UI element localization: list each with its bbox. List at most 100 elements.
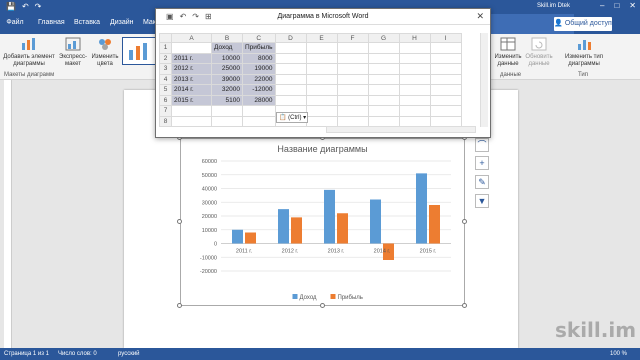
tab-file[interactable]: Файл	[0, 14, 30, 34]
layout-options-icon[interactable]: ⌒	[475, 138, 489, 152]
empty-cell[interactable]	[367, 84, 400, 96]
cell-a[interactable]	[171, 42, 212, 54]
empty-cell[interactable]	[429, 115, 462, 127]
empty-cell[interactable]	[429, 73, 462, 85]
empty-cell[interactable]	[429, 105, 462, 117]
col-header-e[interactable]: E	[305, 33, 338, 43]
cell-b[interactable]	[211, 105, 243, 117]
empty-cell[interactable]	[398, 94, 431, 106]
empty-cell[interactable]	[336, 73, 369, 85]
cell-c[interactable]	[242, 105, 276, 117]
empty-cell[interactable]	[367, 73, 400, 85]
paste-options-button[interactable]: 📋 (Ctrl) ▾	[276, 112, 308, 123]
empty-cell[interactable]	[305, 105, 338, 117]
empty-cell[interactable]	[305, 63, 338, 75]
empty-cell[interactable]	[429, 94, 462, 106]
col-header-a[interactable]: A	[171, 33, 212, 43]
resize-handle-left[interactable]	[177, 219, 182, 224]
cell-b[interactable]: 39000	[211, 73, 243, 85]
empty-cell[interactable]	[305, 94, 338, 106]
empty-cell[interactable]	[305, 84, 338, 96]
empty-cell[interactable]	[336, 105, 369, 117]
empty-cell[interactable]	[367, 52, 400, 64]
row-header[interactable]: 8	[159, 115, 172, 127]
empty-cell[interactable]	[367, 94, 400, 106]
empty-cell[interactable]	[367, 63, 400, 75]
empty-cell[interactable]	[398, 115, 431, 127]
close-icon[interactable]: ✕	[629, 1, 636, 10]
chart-styles-button[interactable]: ✎	[475, 175, 489, 189]
row-header[interactable]: 1	[159, 42, 172, 54]
cell-c[interactable]: 28000	[242, 94, 276, 106]
cell-a[interactable]: 2013 г.	[171, 73, 212, 85]
word-count[interactable]: Число слов: 0	[58, 351, 97, 357]
chart-data-window[interactable]: ▣ ↶ ↷ ⊞ Диаграмма в Microsoft Word ✕ A B…	[155, 8, 491, 138]
chart-styles-gallery[interactable]	[122, 37, 156, 65]
row-header[interactable]: 6	[159, 94, 172, 106]
empty-cell[interactable]	[398, 42, 431, 54]
page-count[interactable]: Страница 1 из 1	[4, 351, 49, 357]
user-name[interactable]: Skill.im Dtek	[537, 3, 570, 9]
chart-object[interactable]: Название диаграммы 60000 50000 40000 30000 20…	[180, 138, 465, 306]
empty-cell[interactable]	[336, 63, 369, 75]
empty-cell[interactable]	[367, 115, 400, 127]
refresh-data-button[interactable]: Обновить данные	[524, 36, 554, 68]
language[interactable]: русский	[118, 351, 140, 357]
cell-c[interactable]: 19000	[242, 63, 276, 75]
resize-handle-bottom-left[interactable]	[177, 303, 182, 308]
cell-c[interactable]: -12000	[242, 84, 276, 96]
row-header[interactable]: 2	[159, 52, 172, 64]
cell-a[interactable]: 2012 г.	[171, 63, 212, 75]
empty-cell[interactable]	[429, 52, 462, 64]
row-header[interactable]: 4	[159, 73, 172, 85]
empty-cell[interactable]	[336, 52, 369, 64]
empty-cell[interactable]	[305, 73, 338, 85]
cell-b[interactable]: 10000	[211, 52, 243, 64]
col-header-f[interactable]: F	[336, 33, 369, 43]
empty-cell[interactable]	[336, 115, 369, 127]
share-button[interactable]: 👤 Общий доступ	[554, 17, 612, 31]
cell-a[interactable]: 2014 г.	[171, 84, 212, 96]
empty-cell[interactable]	[429, 42, 462, 54]
change-data-button[interactable]: Изменить данные	[494, 36, 522, 68]
zoom-level[interactable]: 100 %	[610, 351, 627, 357]
add-chart-element-button[interactable]: Добавить элемент диаграммы	[2, 36, 56, 68]
empty-cell[interactable]	[398, 73, 431, 85]
chart-filters-button[interactable]: ▼	[475, 194, 489, 208]
data-window-titlebar[interactable]: ▣ ↶ ↷ ⊞ Диаграмма в Microsoft Word ✕	[156, 9, 490, 25]
cell-a[interactable]	[171, 115, 212, 127]
row-header[interactable]: 3	[159, 63, 172, 75]
cell-b[interactable]	[211, 115, 243, 127]
empty-cell[interactable]	[274, 42, 307, 54]
col-header-i[interactable]: I	[429, 33, 462, 43]
tab-home[interactable]: Главная	[38, 19, 65, 26]
minimize-icon[interactable]: –	[600, 1, 604, 10]
cell-a[interactable]	[171, 105, 212, 117]
empty-cell[interactable]	[429, 63, 462, 75]
empty-cell[interactable]	[398, 52, 431, 64]
empty-cell[interactable]	[398, 84, 431, 96]
chart-elements-button[interactable]: +	[475, 156, 489, 170]
undo-icon[interactable]: ↶	[22, 2, 29, 11]
resize-handle-bottom-right[interactable]	[462, 303, 467, 308]
redo-icon[interactable]: ↷	[35, 2, 42, 11]
col-header-g[interactable]: G	[367, 33, 400, 43]
save-icon[interactable]: 💾	[6, 2, 16, 11]
empty-cell[interactable]	[336, 94, 369, 106]
spreadsheet-grid[interactable]: A B C D E F G H I 1 Доход Прибыль 2 2011 г. 1…	[159, 33, 462, 127]
row-header[interactable]: 7	[159, 105, 172, 117]
col-header-h[interactable]: H	[398, 33, 431, 43]
vertical-scrollbar[interactable]	[480, 33, 488, 127]
empty-cell[interactable]	[367, 105, 400, 117]
empty-cell[interactable]	[336, 84, 369, 96]
empty-cell[interactable]	[398, 63, 431, 75]
col-header-d[interactable]: D	[274, 33, 307, 43]
horizontal-scrollbar[interactable]	[326, 126, 476, 133]
empty-cell[interactable]	[305, 42, 338, 54]
empty-cell[interactable]	[305, 52, 338, 64]
empty-cell[interactable]	[429, 84, 462, 96]
row-header[interactable]: 5	[159, 84, 172, 96]
cell-b[interactable]: 5100	[211, 94, 243, 106]
col-header-c[interactable]: C	[242, 33, 276, 43]
empty-cell[interactable]	[398, 105, 431, 117]
